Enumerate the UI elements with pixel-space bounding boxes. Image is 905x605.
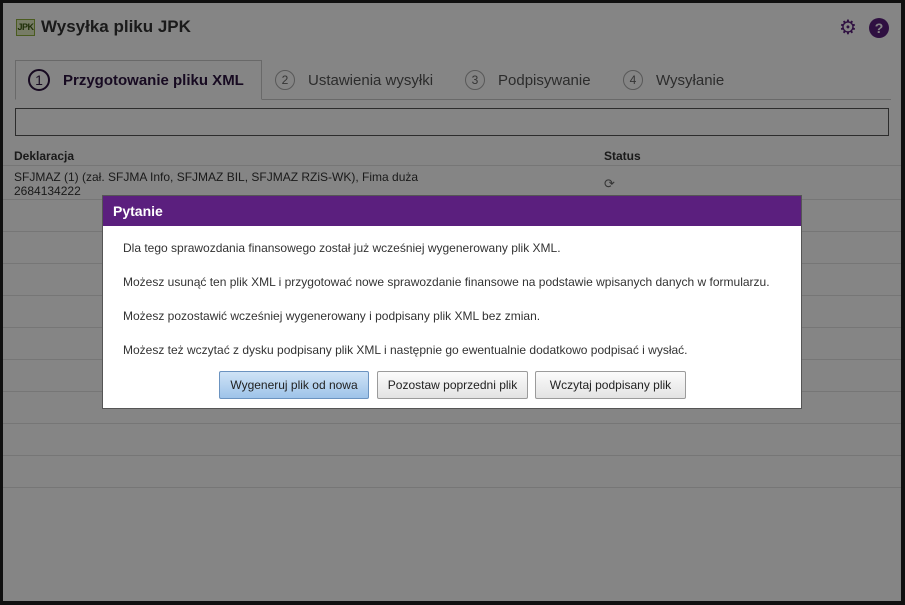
dialog-message: Możesz też wczytać z dysku podpisany pli… <box>123 343 688 357</box>
dialog-message: Możesz usunąć ten plik XML i przygotować… <box>123 275 770 289</box>
load-signed-file-button[interactable]: Wczytaj podpisany plik <box>535 371 686 399</box>
dialog-message: Dla tego sprawozdania finansowego został… <box>123 241 561 255</box>
dialog-title: Pytanie <box>103 196 801 226</box>
regenerate-file-button[interactable]: Wygeneruj plik od nowa <box>219 371 369 399</box>
question-dialog: Pytanie Dla tego sprawozdania finansoweg… <box>102 195 802 409</box>
dialog-message: Możesz pozostawić wcześniej wygenerowany… <box>123 309 541 323</box>
keep-previous-file-button[interactable]: Pozostaw poprzedni plik <box>377 371 528 399</box>
